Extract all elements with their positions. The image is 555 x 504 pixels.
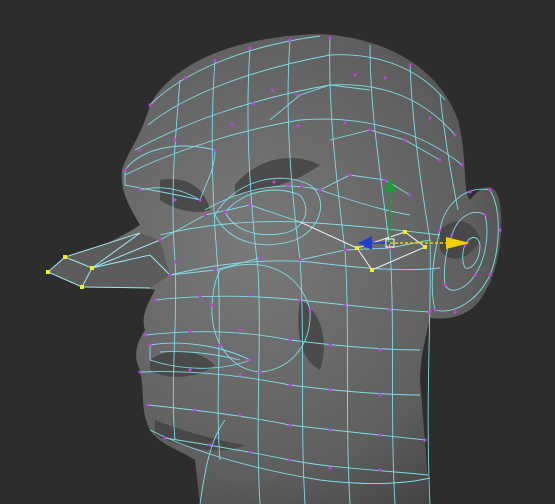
viewport-canvas[interactable] (0, 0, 555, 504)
3d-viewport[interactable] (0, 0, 555, 504)
